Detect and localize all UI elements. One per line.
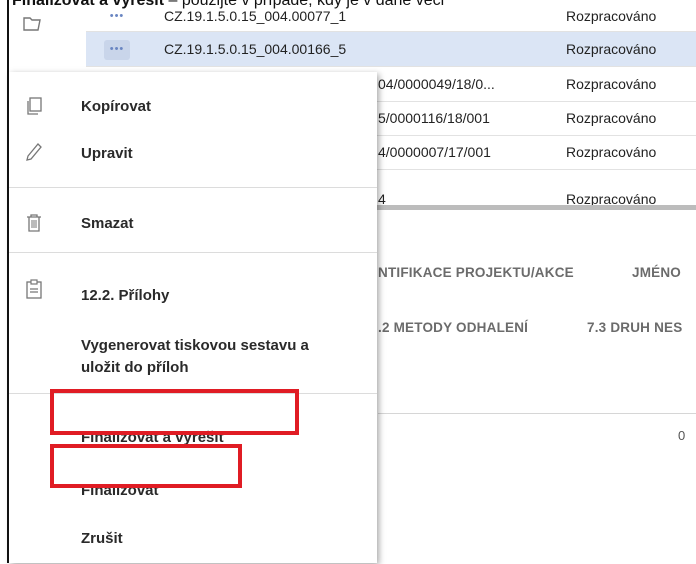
row-code: 04/0000049/18/0... — [378, 76, 495, 92]
menu-label: Smazat — [81, 215, 134, 232]
pencil-icon — [26, 143, 42, 161]
row-status: Rozpracováno — [566, 41, 657, 57]
row-status: Rozpracováno — [566, 144, 657, 160]
clipboard-icon — [26, 279, 42, 299]
caption-rest: – použijte v případě, kdy je v dané věci — [164, 0, 445, 9]
row-status: Rozpracováno — [566, 76, 657, 92]
tutorial-caption: Finalizovat a vyřešit – použijte v přípa… — [0, 0, 696, 11]
tab-druh-nes[interactable]: 7.3 DRUH NES — [587, 320, 682, 335]
menu-label-line2: uložit do příloh — [81, 359, 189, 376]
menu-item-vygenerovat[interactable]: Vygenerovat tiskovou sestavu a uložit do… — [9, 327, 377, 377]
tab-metody-odhaleni[interactable]: .2 METODY ODHALENÍ — [378, 320, 528, 335]
table-row[interactable]: ••• CZ.19.1.5.0.15_004.00166_5 Rozpracov… — [86, 32, 696, 67]
row-code: CZ.19.1.5.0.15_004.00166_5 — [164, 41, 347, 57]
row-actions-icon[interactable]: ••• — [104, 40, 130, 60]
chart-panel — [378, 413, 696, 564]
tab-identifikace[interactable]: NTIFIKACE PROJEKTU/AKCE — [378, 265, 574, 280]
menu-label: Upravit — [81, 145, 133, 162]
menu-label: 12.2. Přílohy — [81, 287, 170, 304]
context-menu: Kopírovat Upravit Smazat 12.2. Přílohy V… — [9, 72, 377, 563]
row-code: 4 — [378, 191, 386, 206]
menu-item-kopirovat[interactable]: Kopírovat — [9, 88, 377, 122]
row-status: Rozpracováno — [566, 110, 657, 126]
sidebar — [9, 11, 81, 71]
menu-item-zrusit[interactable]: Zrušit — [9, 520, 377, 554]
menu-item-smazat[interactable]: Smazat — [9, 205, 377, 239]
row-status: Rozpracováno — [566, 191, 657, 206]
highlight-box — [50, 444, 242, 488]
copy-icon — [27, 97, 42, 115]
caption-bold: Finalizovat a vyřešit — [12, 0, 165, 9]
row-code: 5/0000116/18/001 — [378, 110, 490, 126]
frame-border — [7, 0, 9, 563]
highlight-box — [50, 389, 299, 435]
row-code: 4/0000007/17/001 — [378, 144, 491, 160]
tab-jmeno[interactable]: JMÉNO — [632, 265, 681, 280]
menu-divider — [9, 252, 377, 253]
menu-label: Kopírovat — [81, 98, 152, 115]
menu-item-prilohy[interactable]: 12.2. Přílohy — [9, 275, 377, 309]
chart-zero-label: 0 — [678, 428, 686, 443]
menu-divider — [9, 187, 377, 188]
menu-item-upravit[interactable]: Upravit — [9, 136, 377, 170]
trash-icon — [27, 214, 41, 232]
folder-icon[interactable] — [22, 14, 42, 34]
menu-label: Zrušit — [81, 530, 123, 547]
menu-label: Vygenerovat tiskovou sestavu a uložit do… — [81, 335, 309, 379]
menu-label-line1: Vygenerovat tiskovou sestavu a — [81, 337, 309, 354]
